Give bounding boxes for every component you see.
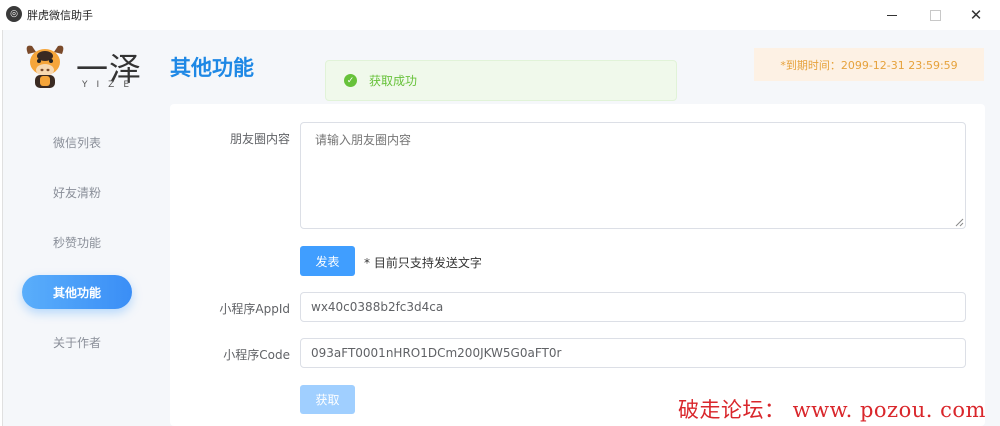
sidebar-item-about-author[interactable]: 关于作者 (22, 325, 132, 359)
close-button[interactable]: ✕ (954, 2, 998, 28)
window-title: 胖虎微信助手 (27, 9, 93, 22)
title-bar: ◎ 胖虎微信助手 ✕ (0, 0, 1000, 30)
moments-label: 朋友圈内容 (229, 132, 290, 146)
app-logo-icon: ◎ (6, 6, 22, 22)
appid-label: 小程序AppId (219, 302, 290, 316)
maximize-button[interactable] (913, 2, 957, 28)
fetch-button[interactable]: 获取 (300, 385, 355, 414)
check-circle-icon: ✓ (344, 74, 357, 87)
sidebar-item-auto-like[interactable]: 秒赞功能 (22, 225, 132, 259)
toast-message: 获取成功 (369, 74, 418, 88)
sidebar-item-other-functions[interactable]: 其他功能 (22, 275, 132, 309)
publish-note: * 目前只支持发送文字 (364, 256, 482, 270)
moments-textarea[interactable] (300, 122, 966, 229)
appid-input[interactable]: wx40c0388b2fc3d4ca (300, 292, 966, 322)
expiry-badge: *到期时间：2099-12-31 23:59:59 (754, 48, 984, 81)
publish-button[interactable]: 发表 (300, 246, 355, 276)
resize-grip-icon[interactable] (955, 218, 964, 227)
minimize-button[interactable] (870, 2, 914, 28)
cow-icon (26, 45, 64, 88)
sidebar: 微信列表 好友清粉 秒赞功能 其他功能 关于作者 (22, 125, 134, 375)
code-input[interactable]: 093aFT0001nHRO1DCm200JKW5G0aFT0r (300, 338, 966, 368)
brand-logo: 一泽 YIZE (22, 38, 152, 98)
sidebar-item-wechat-list[interactable]: 微信列表 (22, 125, 132, 159)
watermark-text: 破走论坛： www. pozou. com (678, 398, 986, 422)
window-left-edge (0, 30, 3, 426)
page-title: 其他功能 (170, 56, 254, 80)
code-label: 小程序Code (223, 348, 290, 362)
brand-subtitle: YIZE (82, 80, 139, 90)
success-toast: ✓ 获取成功 (325, 60, 677, 101)
sidebar-item-friend-cleanup[interactable]: 好友清粉 (22, 175, 132, 209)
